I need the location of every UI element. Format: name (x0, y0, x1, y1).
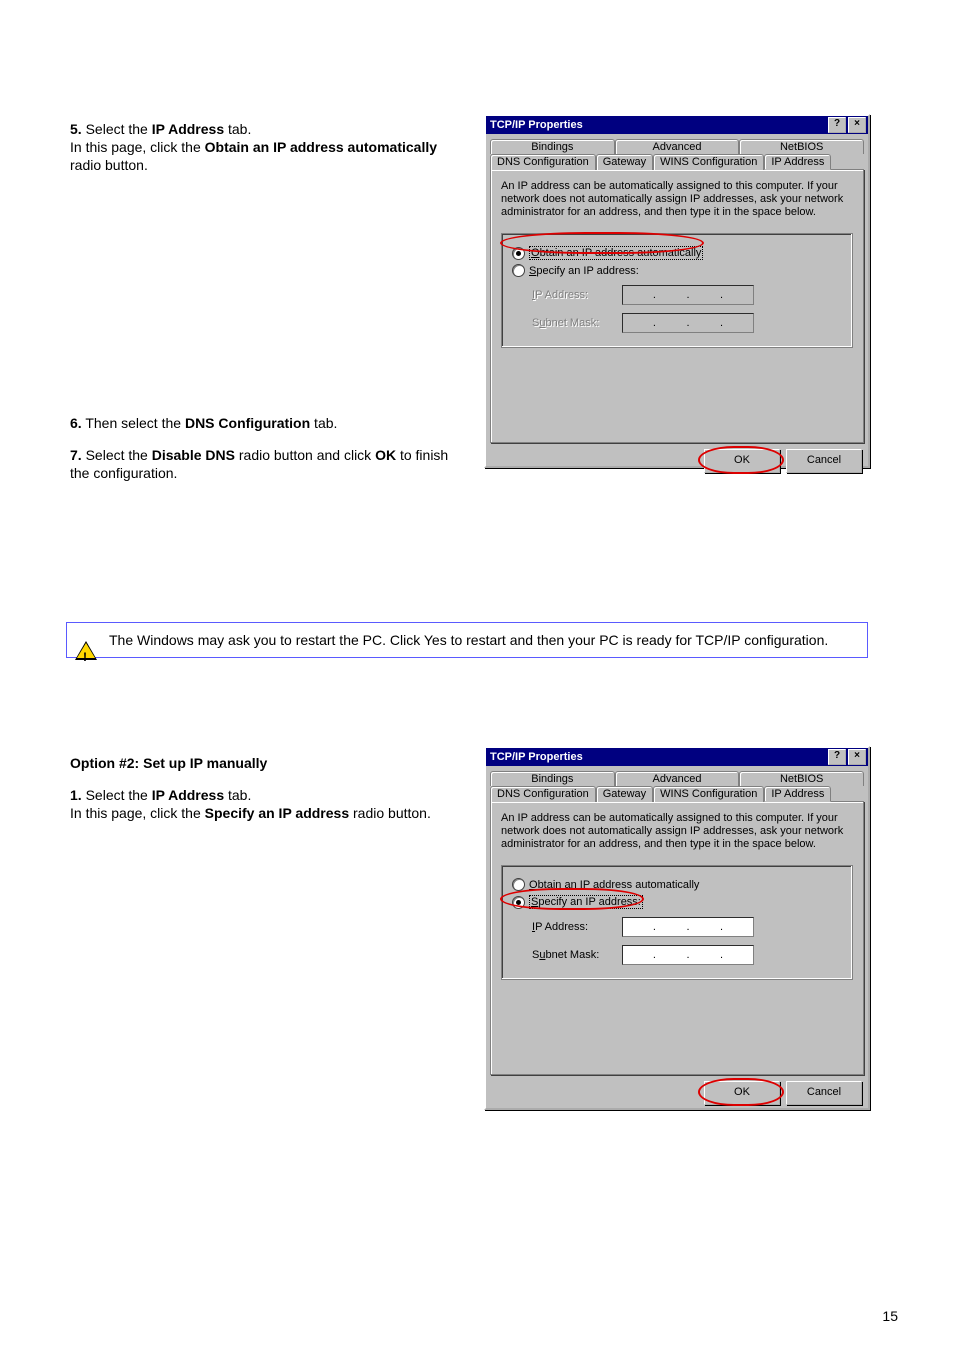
description-text: An IP address can be automatically assig… (501, 812, 853, 851)
step-number: 1. (70, 787, 82, 803)
description-text: An IP address can be automatically assig… (501, 180, 853, 219)
title-bar[interactable]: TCP/IP Properties ? × (486, 116, 868, 134)
tab-dns[interactable]: DNS Configuration (490, 786, 596, 802)
step-number: 7. (70, 447, 82, 463)
ip-groupbox: Obtain an IP address automatically Speci… (501, 233, 853, 348)
tab-body: An IP address can be automatically assig… (490, 801, 864, 1075)
tab-gateway[interactable]: Gateway (596, 786, 653, 802)
ip-address-input[interactable]: ... (622, 917, 754, 937)
text: tab. (224, 121, 251, 137)
radio-obtain-auto[interactable]: Obtain an IP address automatically (512, 878, 842, 891)
radio-label: Specify an IP address: (529, 265, 639, 277)
dialog-title: TCP/IP Properties (490, 751, 583, 763)
ip-groupbox: Obtain an IP address automatically Speci… (501, 865, 853, 980)
help-button[interactable]: ? (828, 117, 846, 133)
ok-button[interactable]: OK (704, 449, 780, 473)
ok-button[interactable]: OK (704, 1081, 780, 1105)
text: In this page, click the (70, 139, 205, 155)
warning-icon: ! (75, 641, 97, 661)
ip-address-label: IP Address: (532, 921, 612, 933)
cancel-button[interactable]: Cancel (786, 449, 862, 473)
instruction-block-1: 5. Select the IP Address tab. In this pa… (70, 106, 470, 496)
step-number: 6. (70, 415, 82, 431)
radio-specify[interactable]: Specify an IP address: (512, 895, 842, 909)
bold-text: IP Address (152, 121, 224, 137)
step-number: 5. (70, 121, 82, 137)
text: Then select the (85, 415, 185, 431)
text: radio button and click (235, 447, 375, 463)
help-button[interactable]: ? (828, 749, 846, 765)
text: Select the (86, 447, 152, 463)
radio-icon (512, 247, 525, 260)
text: In this page, click the (70, 805, 205, 821)
tab-netbios[interactable]: NetBIOS (739, 139, 864, 154)
radio-label: Obtain an IP address automatically (529, 246, 703, 260)
text: radio button. (70, 157, 148, 173)
bold-text: IP Address (152, 787, 224, 803)
tab-advanced[interactable]: Advanced (615, 771, 740, 786)
option2-heading: Option #2: Set up IP manually (70, 754, 470, 772)
tab-ipaddress[interactable]: IP Address (764, 786, 831, 802)
subnet-mask-label: Subnet Mask: (532, 317, 612, 329)
close-button[interactable]: × (848, 117, 866, 133)
tab-wins[interactable]: WINS Configuration (653, 786, 764, 802)
tab-ipaddress[interactable]: IP Address (764, 154, 831, 170)
close-button[interactable]: × (848, 749, 866, 765)
instruction-block-2: Option #2: Set up IP manually 1. Select … (70, 740, 470, 836)
page-number: 15 (882, 1308, 898, 1324)
radio-icon (512, 896, 525, 909)
radio-icon (512, 878, 525, 891)
bold-text: DNS Configuration (185, 415, 310, 431)
tab-dns[interactable]: DNS Configuration (490, 154, 596, 170)
tab-bindings[interactable]: Bindings (490, 771, 615, 786)
radio-icon (512, 264, 525, 277)
dialog-title: TCP/IP Properties (490, 119, 583, 131)
ip-address-label: IP Address: (532, 289, 612, 301)
radio-specify[interactable]: Specify an IP address: (512, 264, 842, 277)
bold-text: Specify an IP address (205, 805, 349, 821)
tab-bindings[interactable]: Bindings (490, 139, 615, 154)
tab-netbios[interactable]: NetBIOS (739, 771, 864, 786)
note-box: ! The Windows may ask you to restart the… (66, 622, 868, 658)
title-bar[interactable]: TCP/IP Properties ? × (486, 748, 868, 766)
tab-advanced[interactable]: Advanced (615, 139, 740, 154)
cancel-button[interactable]: Cancel (786, 1081, 862, 1105)
text: Select the (86, 121, 152, 137)
radio-obtain-auto[interactable]: Obtain an IP address automatically (512, 246, 842, 260)
text: Select the (86, 787, 152, 803)
text: tab. (224, 787, 251, 803)
bold-text: OK (375, 447, 396, 463)
ip-address-input: ... (622, 285, 754, 305)
subnet-mask-label: Subnet Mask: (532, 949, 612, 961)
note-text: The Windows may ask you to restart the P… (109, 632, 828, 648)
tab-body: An IP address can be automatically assig… (490, 169, 864, 443)
text: radio button. (349, 805, 431, 821)
tcpip-dialog-auto: TCP/IP Properties ? × Bindings Advanced … (484, 114, 870, 468)
text: tab. (310, 415, 337, 431)
tcpip-dialog-specify: TCP/IP Properties ? × Bindings Advanced … (484, 746, 870, 1110)
bold-text: Disable DNS (152, 447, 235, 463)
bold-text: Obtain an IP address automatically (205, 139, 437, 155)
tab-gateway[interactable]: Gateway (596, 154, 653, 170)
radio-label: Obtain an IP address automatically (529, 879, 699, 891)
subnet-mask-input[interactable]: ... (622, 945, 754, 965)
radio-label: Specify an IP address: (529, 895, 643, 909)
subnet-mask-input: ... (622, 313, 754, 333)
tab-wins[interactable]: WINS Configuration (653, 154, 764, 170)
